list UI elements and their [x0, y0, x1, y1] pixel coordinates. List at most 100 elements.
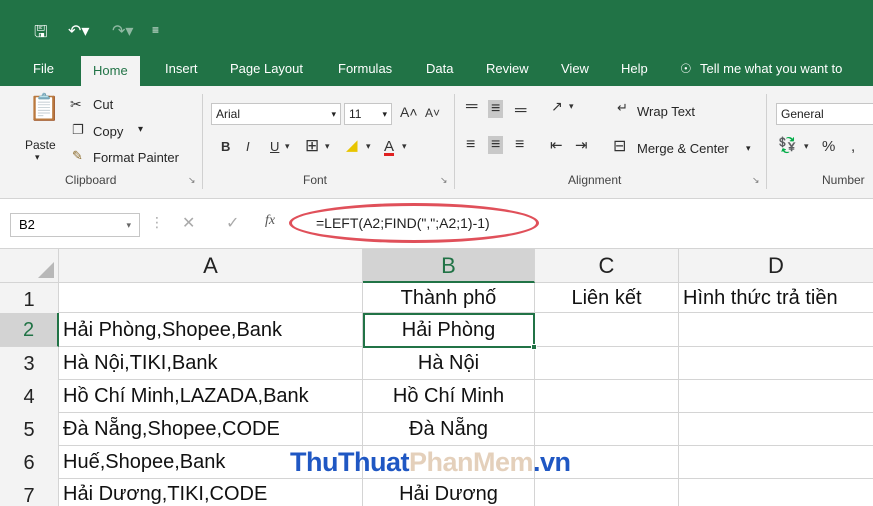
cell-b5[interactable]: Đà Nẵng [363, 413, 535, 446]
cell-a2[interactable]: Hải Phòng,Shopee,Bank [59, 313, 363, 347]
orientation-icon[interactable]: ↗ [551, 98, 563, 115]
format-painter-button[interactable]: Format Painter [93, 150, 179, 165]
cell-a1[interactable] [59, 283, 363, 313]
comma-icon[interactable]: , [851, 138, 855, 155]
cell-c3[interactable] [535, 347, 679, 380]
percent-button[interactable]: % [822, 138, 835, 155]
cancel-icon[interactable]: ✕ [182, 213, 195, 233]
insert-function-button[interactable]: fx [265, 213, 275, 229]
row-header-6[interactable]: 6 [0, 446, 59, 480]
cell-a7[interactable]: Hải Dương,TIKI,CODE [59, 479, 363, 506]
cell-d5[interactable] [679, 413, 873, 446]
decrease-font-icon[interactable]: A˅ [425, 106, 440, 120]
currency-dropdown-icon[interactable]: ▾ [804, 141, 809, 152]
tab-home[interactable]: Home [81, 56, 140, 86]
cell-a5[interactable]: Đà Nẵng,Shopee,CODE [59, 413, 363, 446]
cell-b1[interactable]: Thành phố [363, 283, 535, 313]
tell-me-search[interactable]: Tell me what you want to [700, 52, 842, 86]
borders-icon[interactable]: ⊞ [305, 136, 319, 156]
column-header-b[interactable]: B [363, 249, 535, 283]
align-left-icon[interactable]: ≡ [466, 136, 475, 154]
tab-file[interactable]: File [33, 52, 54, 86]
paste-dropdown-icon[interactable]: ▾ [35, 152, 40, 163]
currency-icon[interactable]: 💱 [778, 136, 797, 154]
name-box[interactable]: B2 ▾ [10, 213, 140, 237]
row-header-1[interactable]: 1 [0, 283, 59, 317]
row-header-2[interactable]: 2 [0, 313, 59, 347]
merge-icon: ⊟ [613, 138, 627, 155]
row-header-3[interactable]: 3 [0, 347, 59, 381]
customize-qat-icon[interactable]: ≡ [152, 23, 159, 37]
enter-icon[interactable]: ✓ [226, 213, 239, 233]
cell-d3[interactable] [679, 347, 873, 380]
increase-font-icon[interactable]: A˄ [400, 104, 418, 120]
tab-view[interactable]: View [561, 52, 589, 86]
merge-dropdown-icon[interactable]: ▾ [746, 143, 751, 154]
wrap-text-button[interactable]: Wrap Text [637, 104, 695, 119]
underline-dropdown-icon[interactable]: ▾ [285, 141, 290, 152]
cell-d1[interactable]: Hình thức trả tiền [679, 283, 873, 313]
fill-handle[interactable] [531, 344, 537, 350]
cell-d2[interactable] [679, 313, 873, 347]
row-header-7[interactable]: 7 [0, 479, 59, 506]
alignment-launcher-icon[interactable]: ↘ [752, 175, 760, 186]
orientation-dropdown-icon[interactable]: ▾ [569, 101, 574, 112]
copy-button[interactable]: Copy [93, 124, 123, 139]
undo-icon[interactable]: ↶▾ [68, 21, 89, 41]
cut-button[interactable]: Cut [93, 97, 113, 112]
cell-d7[interactable] [679, 479, 873, 506]
tab-data[interactable]: Data [426, 52, 453, 86]
cell-c5[interactable] [535, 413, 679, 446]
row-header-5[interactable]: 5 [0, 413, 59, 447]
column-header-d[interactable]: D [679, 249, 873, 283]
paste-icon[interactable]: 📋 [28, 92, 60, 123]
tab-formulas[interactable]: Formulas [338, 52, 392, 86]
paste-button[interactable]: Paste [25, 138, 56, 152]
number-format-combo[interactable]: General [776, 103, 873, 125]
font-launcher-icon[interactable]: ↘ [440, 175, 448, 186]
cell-c7[interactable] [535, 479, 679, 506]
drag-handle-icon[interactable]: ⋮ [150, 214, 164, 231]
align-center-icon[interactable]: ≡ [488, 136, 504, 154]
merge-center-button[interactable]: Merge & Center [637, 141, 729, 156]
redo-icon[interactable]: ↷▾ [112, 21, 133, 41]
fill-color-icon[interactable]: ◢ [346, 136, 358, 154]
cell-d4[interactable] [679, 380, 873, 413]
align-bottom-icon[interactable]: ═ [515, 102, 526, 120]
cell-c4[interactable] [535, 380, 679, 413]
column-header-c[interactable]: C [535, 249, 679, 283]
cell-b4[interactable]: Hồ Chí Minh [363, 380, 535, 413]
clipboard-launcher-icon[interactable]: ↘ [188, 175, 196, 186]
cell-a3[interactable]: Hà Nội,TIKI,Bank [59, 347, 363, 380]
decrease-indent-icon[interactable]: ⇤ [550, 136, 563, 154]
increase-indent-icon[interactable]: ⇥ [575, 136, 588, 154]
align-middle-icon[interactable]: ≡ [488, 100, 504, 118]
italic-button[interactable]: I [246, 139, 250, 154]
select-all-corner[interactable] [0, 249, 59, 283]
column-header-a[interactable]: A [59, 249, 363, 283]
align-right-icon[interactable]: ≡ [515, 136, 524, 154]
cell-a4[interactable]: Hồ Chí Minh,LAZADA,Bank [59, 380, 363, 413]
font-color-dropdown-icon[interactable]: ▾ [402, 141, 407, 152]
cell-c2[interactable] [535, 313, 679, 347]
borders-dropdown-icon[interactable]: ▾ [325, 141, 330, 152]
bold-button[interactable]: B [221, 139, 230, 154]
font-color-icon[interactable]: A [384, 138, 394, 155]
watermark-part3: .vn [533, 447, 571, 477]
font-size-combo[interactable]: 11 ▾ [344, 103, 392, 125]
tab-insert[interactable]: Insert [165, 52, 198, 86]
tab-help[interactable]: Help [621, 52, 648, 86]
cell-d6[interactable] [679, 446, 873, 479]
tab-review[interactable]: Review [486, 52, 529, 86]
copy-dropdown-icon[interactable]: ▾ [138, 124, 143, 135]
cell-b7[interactable]: Hải Dương [363, 479, 535, 506]
cell-c1[interactable]: Liên kết [535, 283, 679, 313]
save-icon[interactable]: 🖫 [34, 21, 48, 48]
tab-page-layout[interactable]: Page Layout [230, 52, 303, 86]
align-top-icon[interactable]: ═ [466, 98, 477, 116]
row-header-4[interactable]: 4 [0, 380, 59, 414]
fill-dropdown-icon[interactable]: ▾ [366, 141, 371, 152]
font-name-combo[interactable]: Arial ▾ [211, 103, 341, 125]
cell-b3[interactable]: Hà Nội [363, 347, 535, 380]
underline-button[interactable]: U [270, 139, 279, 154]
